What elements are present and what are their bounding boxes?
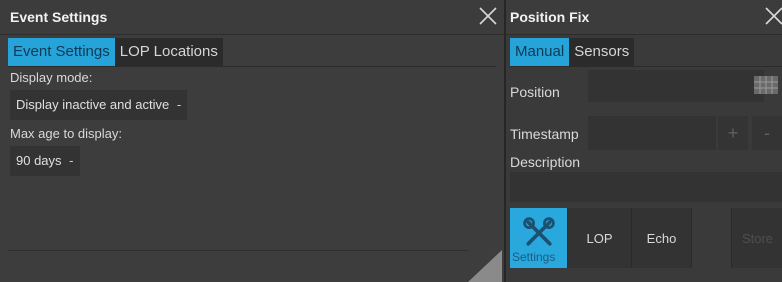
display-mode-label: Display mode: (10, 70, 93, 85)
position-input[interactable] (588, 70, 764, 102)
tab-lop-locations[interactable]: LOP Locations (114, 38, 223, 66)
max-age-dropdown[interactable]: 90 days - (10, 146, 80, 176)
position-fix-tabs: Manual Sensors (510, 38, 635, 66)
settings-label: Settings (512, 250, 556, 264)
position-label: Position (510, 84, 560, 100)
timestamp-label: Timestamp (510, 126, 579, 142)
timestamp-decrease-button[interactable]: - (752, 116, 782, 150)
position-fix-titlebar: Position Fix (506, 0, 782, 35)
tools-icon (522, 217, 555, 246)
store-button[interactable]: Store (732, 208, 782, 268)
display-mode-value: Display inactive and active (16, 97, 170, 112)
close-icon[interactable] (476, 4, 500, 28)
max-age-value: 90 days (16, 153, 62, 168)
event-settings-titlebar: Event Settings (0, 0, 504, 35)
display-mode-dropdown[interactable]: Display inactive and active - (10, 90, 188, 120)
event-settings-panel: Event Settings Event Settings LOP Locati… (0, 0, 506, 282)
settings-button[interactable]: Settings (510, 208, 568, 268)
position-fix-panel: Position Fix Manual Sensors Position Tim… (506, 0, 782, 282)
chevron-down-icon: - (69, 153, 74, 168)
lop-button[interactable]: LOP (568, 208, 632, 268)
position-fix-toolbar: Settings LOP Echo Store (510, 208, 782, 268)
max-age-label: Max age to display: (10, 126, 123, 141)
tab-event-settings[interactable]: Event Settings (8, 38, 115, 66)
position-fix-title: Position Fix (510, 9, 590, 25)
echo-button[interactable]: Echo (632, 208, 692, 268)
tab-sensors[interactable]: Sensors (569, 38, 635, 66)
empty-button (692, 208, 732, 268)
bottom-divider (8, 250, 468, 251)
description-label: Description (510, 154, 581, 170)
tab-manual[interactable]: Manual (510, 38, 570, 66)
timestamp-input[interactable] (588, 116, 716, 150)
description-input[interactable] (510, 172, 782, 202)
event-settings-tabs: Event Settings LOP Locations (8, 38, 223, 66)
map-icon[interactable] (750, 70, 782, 102)
resize-grip-icon[interactable] (468, 250, 502, 282)
chevron-down-icon: - (176, 97, 182, 112)
tab-divider (510, 66, 782, 67)
close-icon[interactable] (762, 4, 782, 28)
event-settings-title: Event Settings (10, 9, 108, 25)
timestamp-increase-button[interactable]: + (718, 116, 748, 150)
tab-divider (8, 66, 496, 67)
